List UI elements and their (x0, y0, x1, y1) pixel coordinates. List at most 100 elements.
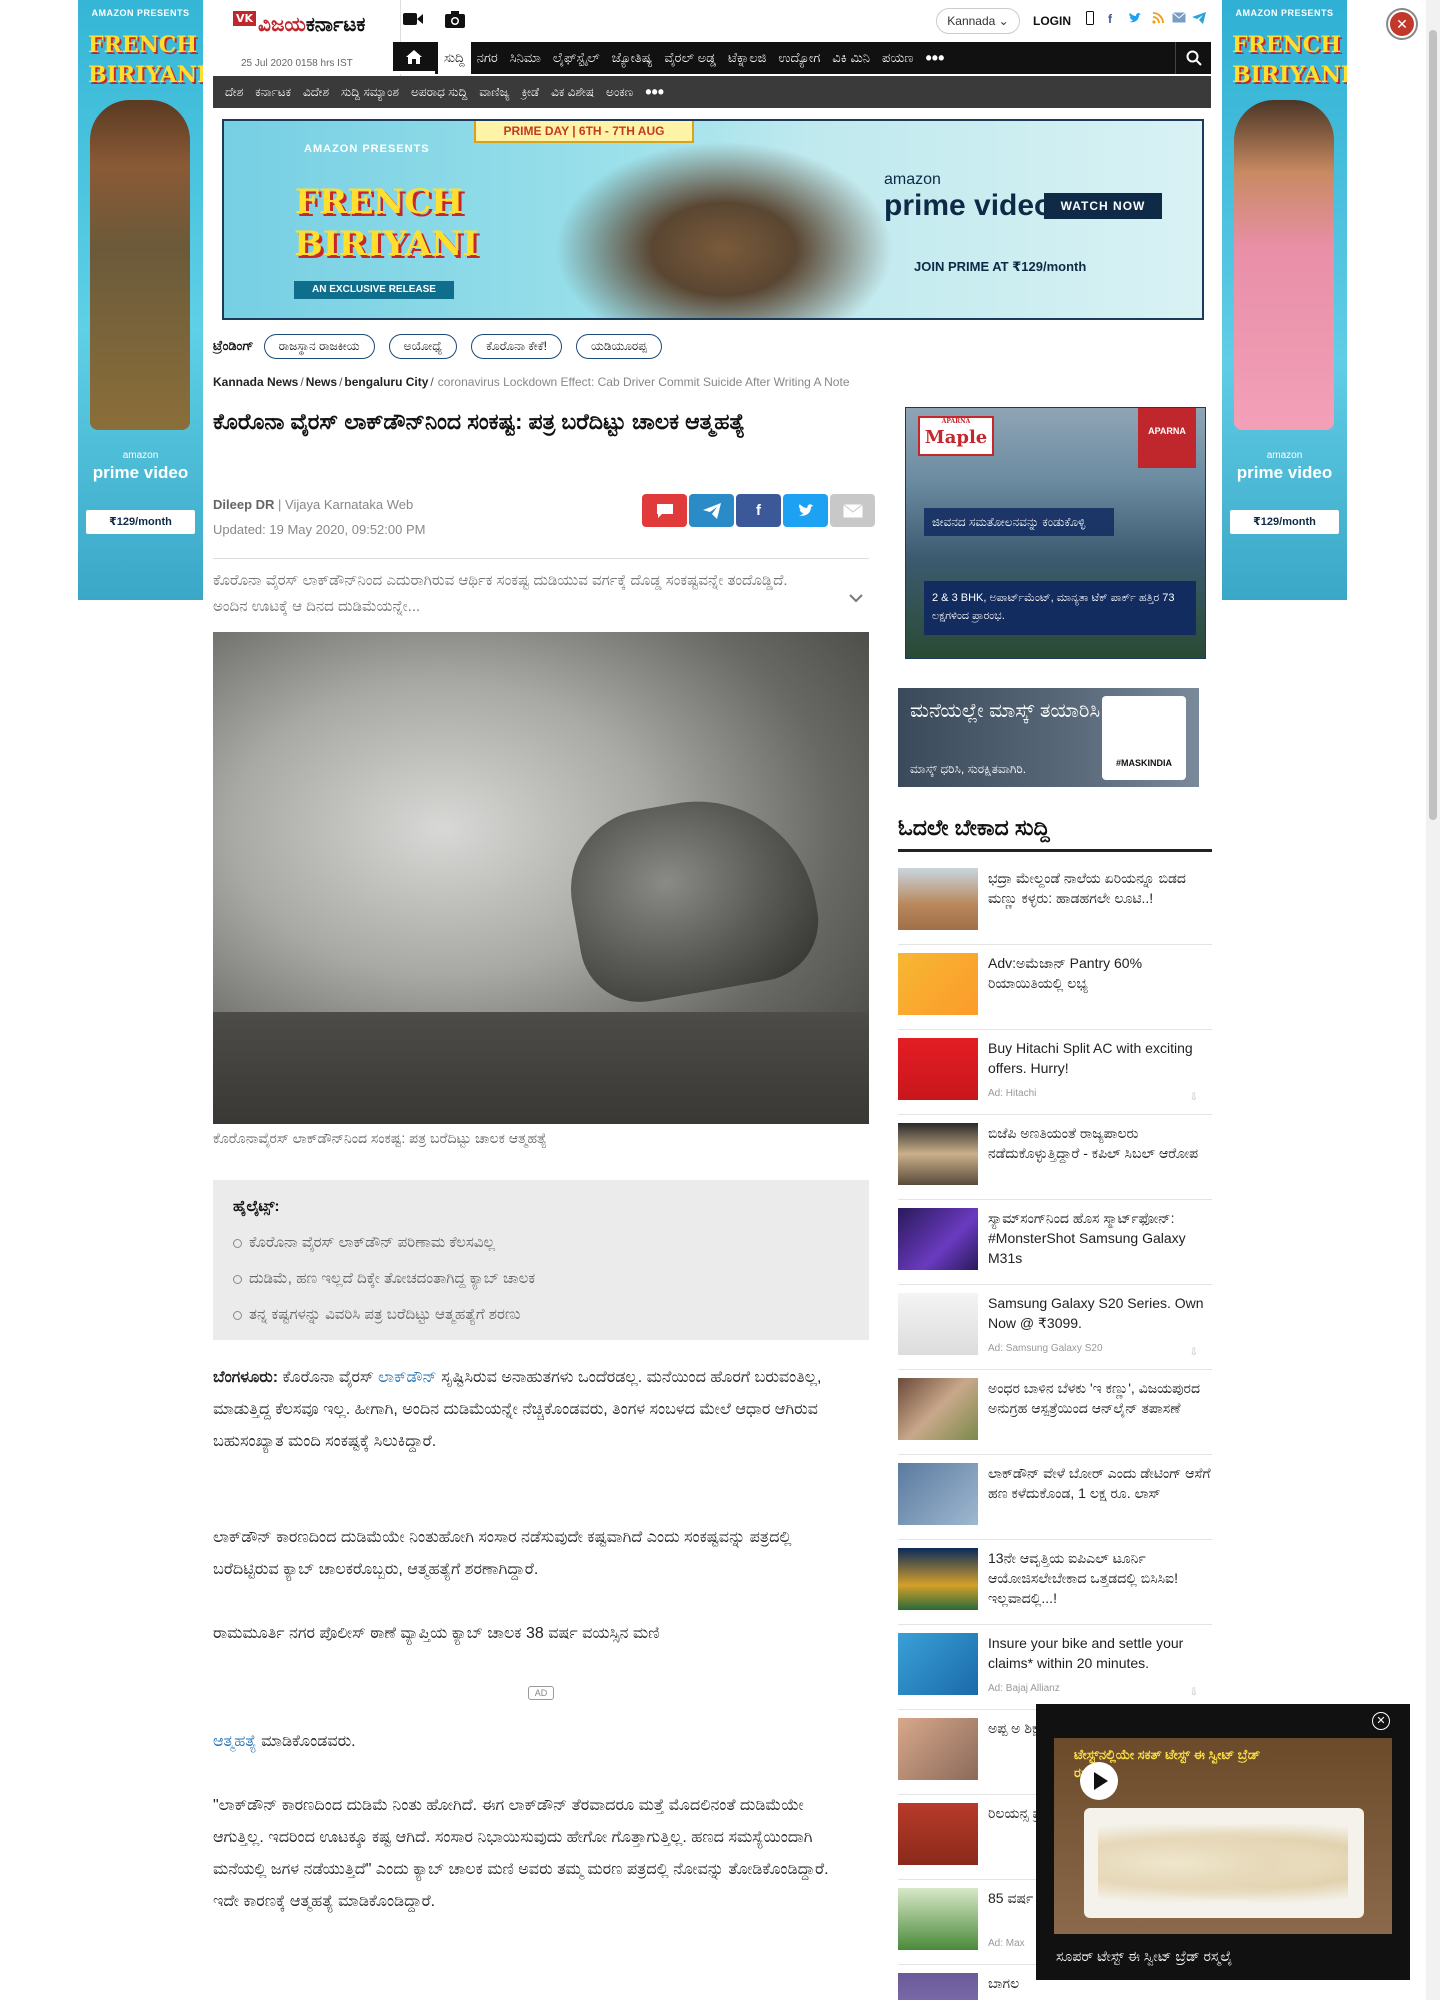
must-read-thumbnail[interactable] (898, 1718, 978, 1780)
secondary-nav-item[interactable]: ವಾಣಿಜ್ಯ (473, 85, 515, 100)
breadcrumb-link[interactable]: bengaluru City (344, 375, 428, 389)
facebook-share-button[interactable]: f (736, 494, 781, 527)
must-read-headline[interactable]: ಬಿಜೆಪಿ ಅಣತಿಯಂತೆ ರಾಜ್ಯಪಾಲರು ನಡೆದುಕೊಳ್ಳುತ್… (988, 1123, 1212, 1163)
trending-pill[interactable]: ಯಡಿಯೂರಪ್ಪ (575, 333, 662, 359)
must-read-headline[interactable]: ಸ್ಯಾಮ್‌ಸಂಗ್‌ನಿಂದ ಹೊಸ ಸ್ಮಾರ್ಟ್‌ಫೋನ್: #Mon… (988, 1208, 1212, 1268)
aparna-ad[interactable]: APARNA Maple APARNA ಜೀವನದ ಸಮತೋಲನವನ್ನು ಕಂಡ… (905, 407, 1206, 659)
must-read-item[interactable]: ಲಾಕ್‌ಡೌನ್ ವೇಳೆ ಬೋರ್ ಎಂದು ಡೇಟಿಂಗ್ ಆಸೆಗೆ ಹ… (898, 1455, 1212, 1540)
must-read-thumbnail[interactable] (898, 1463, 978, 1525)
video-screen[interactable]: ಟೇಸ್ಟ್‌ನಲ್ಲಿಯೇ ಸಕತ್ ಟೇಸ್ಟ್ ಈ ಸ್ವೀಟ್ ಬ್ರೆ… (1054, 1738, 1392, 1934)
breadcrumb-link[interactable]: Kannada News (213, 375, 298, 389)
telegram-icon[interactable] (1192, 12, 1206, 27)
must-read-thumbnail[interactable] (898, 1293, 978, 1355)
must-read-thumbnail[interactable] (898, 1548, 978, 1610)
must-read-headline[interactable]: ಲಾಕ್‌ಡೌನ್ ವೇಳೆ ಬೋರ್ ಎಂದು ಡೇಟಿಂಗ್ ಆಸೆಗೆ ಹ… (988, 1463, 1212, 1503)
must-read-headline[interactable]: Samsung Galaxy S20 Series. Own Now @ ₹30… (988, 1293, 1212, 1333)
photo-camera-icon[interactable] (444, 9, 466, 31)
primary-nav-item[interactable]: ಜ್ಯೋತಿಷ್ಯ (606, 50, 659, 66)
primary-nav-item[interactable]: ಟೆಕ್ನಾಲಜಿ (722, 50, 772, 66)
must-read-item[interactable]: Insure your bike and settle your claims*… (898, 1625, 1212, 1710)
must-read-thumbnail[interactable] (898, 1208, 978, 1270)
must-read-thumbnail[interactable] (898, 953, 978, 1015)
skin-ad-left[interactable]: AMAZON PRESENTS FRENCH BIRIYANI amazon pr… (78, 0, 203, 600)
language-select[interactable]: Kannada ⌄ (936, 8, 1020, 34)
must-read-thumbnail[interactable] (898, 1803, 978, 1865)
primary-nav-item[interactable]: ಸುದ್ದಿ (438, 42, 471, 74)
must-read-thumbnail[interactable] (898, 1123, 978, 1185)
must-read-item[interactable]: ಅಂಧರ ಬಾಳಿನ ಬೆಳಕು 'ಇ ಕಣ್ಣು', ವಿಜಯಪುರದ ಅನು… (898, 1370, 1212, 1455)
must-read-item[interactable]: 13ನೇ ಆವೃತ್ತಿಯ ಐಪಿಎಲ್ ಟೂರ್ನಿ ಆಯೋಜಿಸಲೇಬೇಕಾ… (898, 1540, 1212, 1625)
twitter-icon[interactable] (1128, 12, 1142, 27)
must-read-thumbnail[interactable] (898, 1378, 978, 1440)
site-logo[interactable]: VK ವಿಜಯಕರ್ನಾಟಕ 25 Jul 2020 0158 hrs IST (213, 0, 401, 76)
primary-nav-item[interactable]: ಪಯಣ (876, 50, 919, 66)
breadcrumb-link[interactable]: News (306, 375, 337, 389)
secondary-nav-item[interactable]: ಅಪರಾಧ ಸುದ್ದಿ (405, 85, 473, 100)
trending-pill[interactable]: ಅಯೋಧ್ಯೆ (388, 333, 458, 359)
scrollbar-thumb[interactable] (1429, 30, 1437, 820)
suicide-link[interactable]: ಆತ್ಮಹತ್ಯೆ (213, 1733, 257, 1750)
trending-pill[interactable]: ಕೊರೊನಾ ಕೇಕೆ! (471, 333, 562, 359)
login-link[interactable]: LOGIN (1033, 14, 1071, 28)
lockdown-link[interactable]: ಲಾಕ್‌ಡೌನ್ (378, 1369, 437, 1386)
secondary-nav-item[interactable]: ಕರ್ನಾಟಕ (249, 85, 297, 100)
must-read-thumbnail[interactable] (898, 1973, 978, 2000)
rss-icon[interactable] (1152, 12, 1164, 27)
must-read-thumbnail[interactable] (898, 1038, 978, 1100)
primary-nav-item[interactable]: ಸಿನಿಮಾ (504, 50, 547, 66)
trending-pill[interactable]: ರಾಜಸ್ಥಾನ ರಾಜಕೀಯ (263, 333, 375, 359)
secondary-nav-item[interactable]: ವಿಕ ವಿಶೇಷ (545, 85, 600, 100)
must-read-headline[interactable]: ಭದ್ರಾ ಮೇಲ್ದಂಡೆ ನಾಲೆಯ ಏರಿಯನ್ನೂ ಬಿಡದ ಮಣ್ಣು… (988, 868, 1212, 908)
must-read-item[interactable]: Samsung Galaxy S20 Series. Own Now @ ₹30… (898, 1285, 1212, 1370)
facebook-icon[interactable]: f (1108, 12, 1112, 26)
banner-watch-now-button[interactable]: WATCH NOW (1044, 193, 1162, 219)
must-read-item[interactable]: ಭದ್ರಾ ಮೇಲ್ದಂಡೆ ನಾಲೆಯ ಏರಿಯನ್ನೂ ಬಿಡದ ಮಣ್ಣು… (898, 860, 1212, 945)
must-read-item[interactable]: Adv:ಅಮೆಜಾನ್ Pantry 60% ರಿಯಾಯಿತಿಯಲ್ಲಿ ಲಭ್… (898, 945, 1212, 1030)
secondary-nav-item[interactable]: ಕ್ರೀಡೆ (515, 85, 545, 100)
primary-nav-item[interactable]: ವೈರಲ್ ಅಡ್ಡ (658, 50, 722, 66)
secondary-nav-item[interactable]: ವಿದೇಶ (297, 85, 335, 100)
mobile-icon[interactable] (1086, 11, 1094, 28)
must-read-headline[interactable]: ಅಂಧರ ಬಾಳಿನ ಬೆಳಕು 'ಇ ಕಣ್ಣು', ವಿಜಯಪುರದ ಅನು… (988, 1378, 1212, 1418)
home-icon[interactable] (393, 42, 435, 74)
must-read-item[interactable]: ಬಿಜೆಪಿ ಅಣತಿಯಂತೆ ರಾಜ್ಯಪಾಲರು ನಡೆದುಕೊಳ್ಳುತ್… (898, 1115, 1212, 1200)
ad-choices-icon[interactable]: ⇩ (1190, 1347, 1198, 1358)
banner-ad[interactable]: PRIME DAY | 6TH - 7TH AUG AMAZON PRESENT… (222, 119, 1204, 320)
search-icon[interactable] (1175, 42, 1211, 74)
must-read-item[interactable]: Buy Hitachi Split AC with exciting offer… (898, 1030, 1212, 1115)
play-icon[interactable] (1080, 1762, 1118, 1800)
must-read-thumbnail[interactable] (898, 1633, 978, 1695)
secondary-nav-item[interactable]: ಸುದ್ದಿ ಸಮ್ಯಾಂಶ (335, 85, 405, 100)
must-read-headline[interactable]: 13ನೇ ಆವೃತ್ತಿಯ ಐಪಿಎಲ್ ಟೂರ್ನಿ ಆಯೋಜಿಸಲೇಬೇಕಾ… (988, 1548, 1212, 1608)
must-read-headline[interactable]: Insure your bike and settle your claims*… (988, 1633, 1212, 1673)
telegram-share-button[interactable] (689, 494, 734, 527)
video-camera-icon[interactable] (402, 10, 424, 32)
author-link[interactable]: Dileep DR (213, 497, 274, 512)
email-icon[interactable] (1172, 12, 1186, 26)
must-read-headline[interactable]: Adv:ಅಮೆಜಾನ್ Pantry 60% ರಿಯಾಯಿತಿಯಲ್ಲಿ ಲಭ್… (988, 953, 1212, 993)
close-video-icon[interactable]: ✕ (1372, 1712, 1390, 1730)
must-read-thumbnail[interactable] (898, 1888, 978, 1950)
page-scrollbar[interactable] (1426, 0, 1440, 2000)
must-read-thumbnail[interactable] (898, 868, 978, 930)
secondary-nav-item[interactable]: ಅಂಕಣ (600, 85, 639, 100)
close-ad-icon[interactable]: ✕ (1388, 10, 1416, 38)
ad-choices-icon[interactable]: ⇩ (1190, 1092, 1198, 1103)
floating-video-player[interactable]: ✕ ಟೇಸ್ಟ್‌ನಲ್ಲಿಯೇ ಸಕತ್ ಟೇಸ್ಟ್ ಈ ಸ್ವೀಟ್ ಬ್… (1036, 1704, 1410, 1980)
primary-nav-item[interactable]: ಉದ್ಯೋಗ (772, 50, 826, 66)
mask-india-ad[interactable]: ಮನೆಯಲ್ಲೇ ಮಾಸ್ಕ್ ತಯಾರಿಸಿ ಮಾಸ್ಕ್ ಧರಿಸಿ, ಸು… (898, 688, 1199, 787)
ad-choices-icon[interactable]: ⇩ (1190, 1687, 1198, 1698)
more-menu-icon[interactable]: ••• (645, 82, 664, 103)
skin-ad-right[interactable]: AMAZON PRESENTS FRENCH BIRIYANI amazon pr… (1222, 0, 1347, 600)
must-read-headline[interactable]: Buy Hitachi Split AC with exciting offer… (988, 1038, 1212, 1078)
secondary-nav-item[interactable]: ದೇಶ (219, 85, 249, 100)
must-read-item[interactable]: ಸ್ಯಾಮ್‌ಸಂಗ್‌ನಿಂದ ಹೊಸ ಸ್ಮಾರ್ಟ್‌ಫೋನ್: #Mon… (898, 1200, 1212, 1285)
comment-button[interactable] (642, 494, 687, 527)
email-share-button[interactable] (830, 494, 875, 527)
primary-nav-item[interactable]: ಲೈಫ್‌ಸ್ಟೈಲ್ (547, 50, 606, 66)
twitter-share-button[interactable] (783, 494, 828, 527)
expand-chevron-icon[interactable] (848, 590, 864, 608)
primary-nav-item[interactable]: ವಿಕಿ ಮಿನಿ (826, 50, 876, 66)
primary-nav-item[interactable]: ನಗರ (471, 50, 504, 66)
more-menu-icon[interactable]: ••• (925, 48, 944, 69)
